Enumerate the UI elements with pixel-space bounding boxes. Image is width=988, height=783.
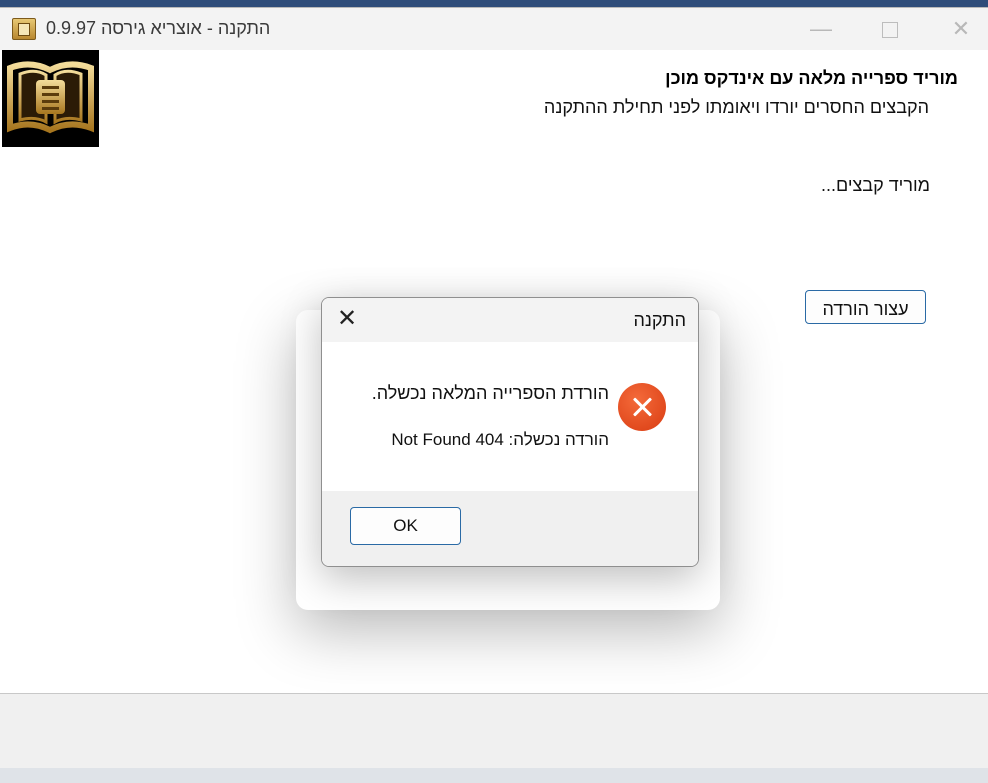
book-logo-icon bbox=[2, 50, 99, 147]
dialog-title: התקנה bbox=[633, 310, 686, 330]
header-subtitle: הקבצים החסרים יורדו ויאומתו לפני תחילת ה… bbox=[543, 97, 929, 117]
error-icon bbox=[618, 383, 666, 431]
book-app-icon bbox=[12, 18, 36, 40]
ok-button[interactable]: OK bbox=[350, 507, 461, 545]
error-message: הורדת הספרייה המלאה נכשלה. bbox=[371, 383, 609, 403]
download-status: מוריד קבצים... bbox=[820, 175, 930, 195]
close-button[interactable]: ✕ bbox=[947, 16, 975, 42]
error-dialog: ✕ התקנה הורדת הספרייה המלאה נכשלה. הורדה… bbox=[321, 297, 699, 567]
dialog-close-icon[interactable]: ✕ bbox=[334, 306, 360, 332]
dialog-footer: OK bbox=[322, 491, 698, 566]
minimize-button[interactable]: — bbox=[807, 16, 835, 42]
maximize-icon bbox=[882, 22, 898, 38]
window-title: התקנה - אוצריא גירסה 0.9.97 bbox=[46, 18, 271, 38]
maximize-button[interactable] bbox=[876, 16, 904, 42]
title-bar[interactable]: התקנה - אוצריא גירסה 0.9.97 — ✕ bbox=[0, 8, 988, 50]
taskbar-strip bbox=[0, 768, 988, 783]
error-detail: הורדה נכשלה: 404 Not Found bbox=[391, 430, 609, 449]
stop-download-button[interactable]: עצור הורדה bbox=[805, 290, 926, 324]
header-title: מוריד ספרייה מלאה עם אינדקס מוכן bbox=[665, 68, 958, 88]
window-footer bbox=[0, 693, 988, 771]
dialog-title-bar[interactable]: ✕ התקנה bbox=[322, 298, 698, 342]
